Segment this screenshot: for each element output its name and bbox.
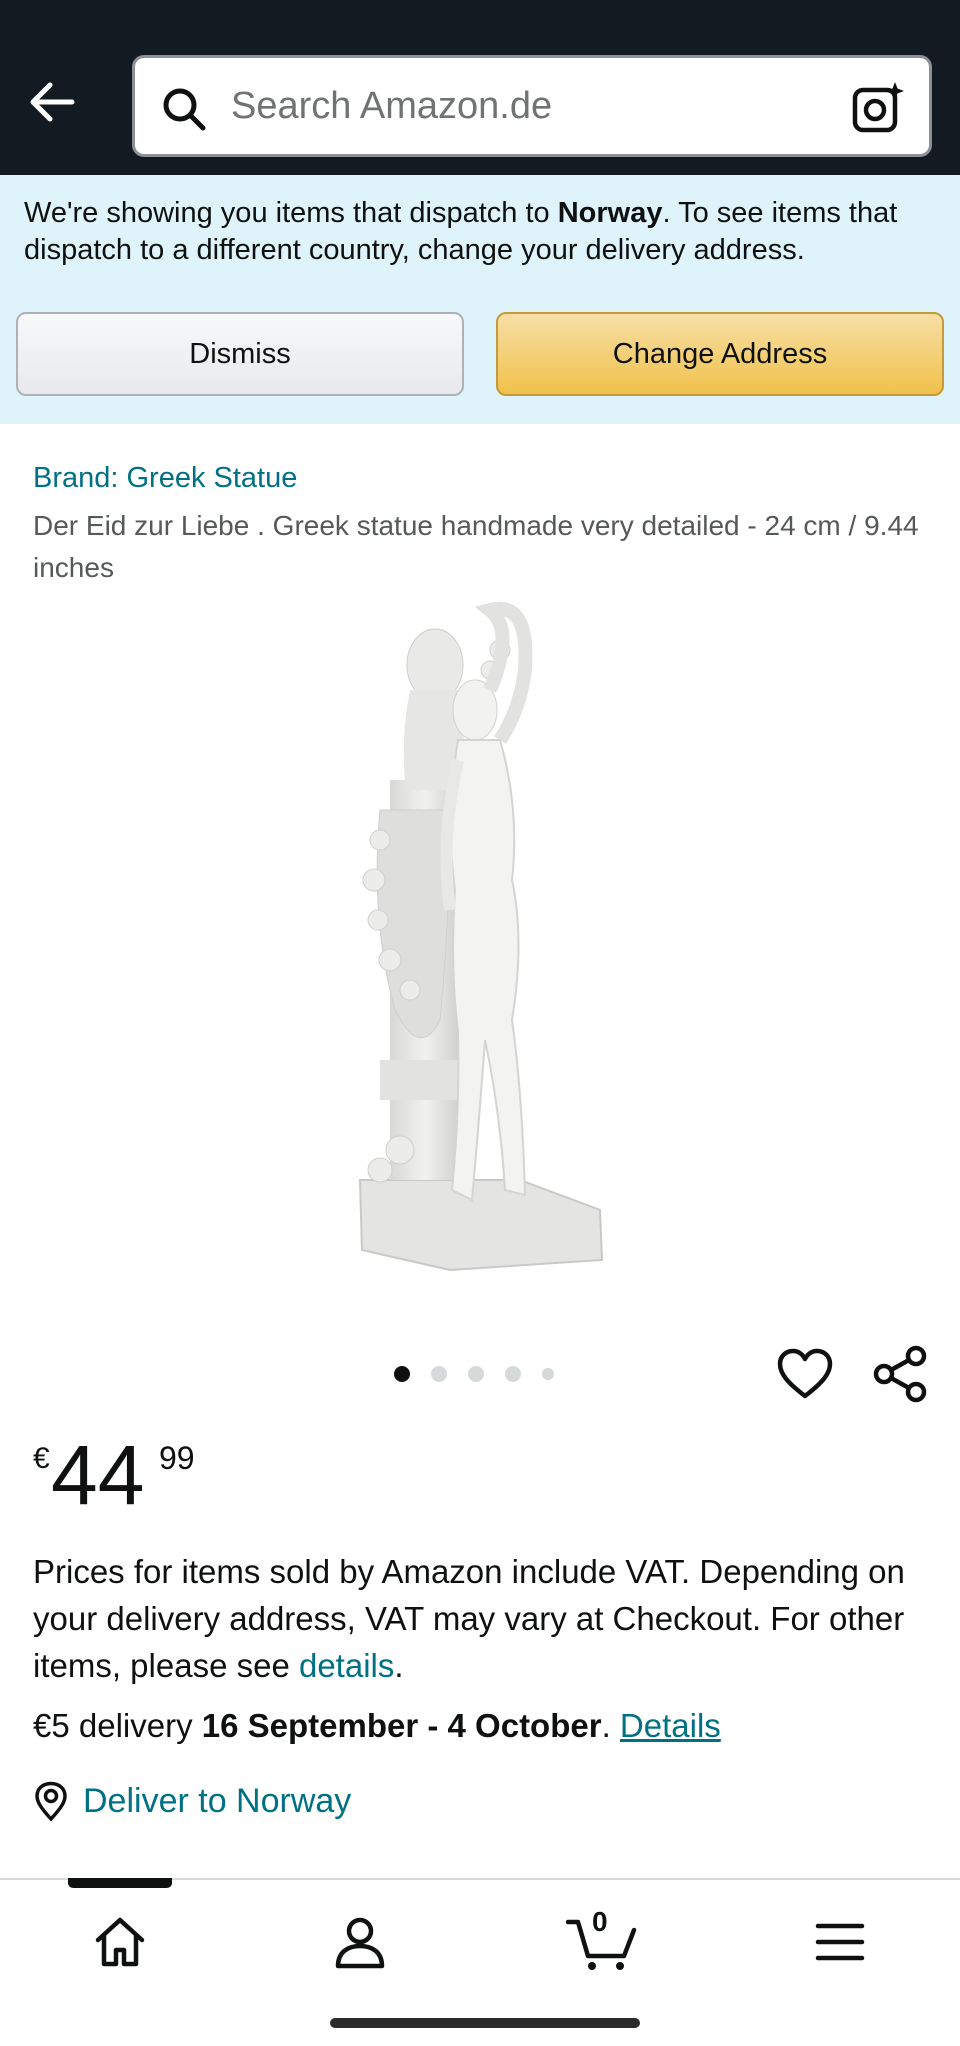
search-input[interactable] bbox=[231, 76, 791, 136]
location-pin-icon bbox=[35, 1781, 67, 1821]
dispatch-notice-banner: We're showing you items that dispatch to… bbox=[0, 175, 960, 424]
menu-icon[interactable] bbox=[810, 1912, 870, 1972]
share-icon[interactable] bbox=[870, 1344, 930, 1404]
search-bar[interactable] bbox=[132, 55, 932, 157]
carousel-dot[interactable] bbox=[468, 1366, 484, 1382]
delivery-details-link[interactable]: Details bbox=[620, 1707, 721, 1744]
change-address-button[interactable]: Change Address bbox=[496, 312, 944, 396]
carousel-dot[interactable] bbox=[505, 1366, 521, 1382]
product-image[interactable] bbox=[340, 590, 620, 1280]
camera-lens-icon[interactable] bbox=[851, 80, 907, 136]
vat-notice: Prices for items sold by Amazon include … bbox=[33, 1553, 905, 1684]
price-currency: € bbox=[33, 1442, 50, 1475]
brand-link[interactable]: Brand: Greek Statue bbox=[33, 462, 297, 495]
deliver-to-text: Deliver to Norway bbox=[83, 1781, 352, 1820]
home-indicator bbox=[330, 2018, 640, 2028]
heart-icon[interactable] bbox=[776, 1346, 834, 1404]
deliver-to-location[interactable]: Deliver to Norway bbox=[33, 1776, 351, 1826]
carousel-dot[interactable] bbox=[542, 1368, 554, 1380]
active-tab-indicator bbox=[68, 1878, 172, 1888]
vat-details-link[interactable]: details bbox=[299, 1647, 394, 1684]
search-icon bbox=[163, 88, 206, 131]
carousel-dot[interactable] bbox=[394, 1366, 410, 1382]
delivery-info: €5 delivery 16 September - 4 October. De… bbox=[33, 1707, 721, 1744]
carousel-dot[interactable] bbox=[431, 1366, 447, 1382]
dispatch-notice-text: We're showing you items that dispatch to… bbox=[24, 197, 898, 266]
image-carousel-indicator bbox=[394, 1364, 575, 1384]
country-name: Norway bbox=[557, 197, 663, 229]
delivery-dates: 16 September - 4 October bbox=[201, 1707, 602, 1744]
account-icon[interactable] bbox=[330, 1912, 390, 1972]
top-header bbox=[0, 0, 960, 175]
dismiss-button[interactable]: Dismiss bbox=[16, 312, 464, 396]
cart-count: 0 bbox=[592, 1906, 608, 1937]
product-title: Der Eid zur Liebe . Greek statue handmad… bbox=[33, 510, 919, 583]
back-arrow-icon[interactable] bbox=[22, 72, 82, 132]
price-whole: 44 bbox=[51, 1428, 145, 1522]
home-icon[interactable] bbox=[90, 1912, 150, 1972]
bottom-navigation: 0 bbox=[0, 1878, 960, 2046]
price-fraction: 99 bbox=[159, 1440, 195, 1476]
